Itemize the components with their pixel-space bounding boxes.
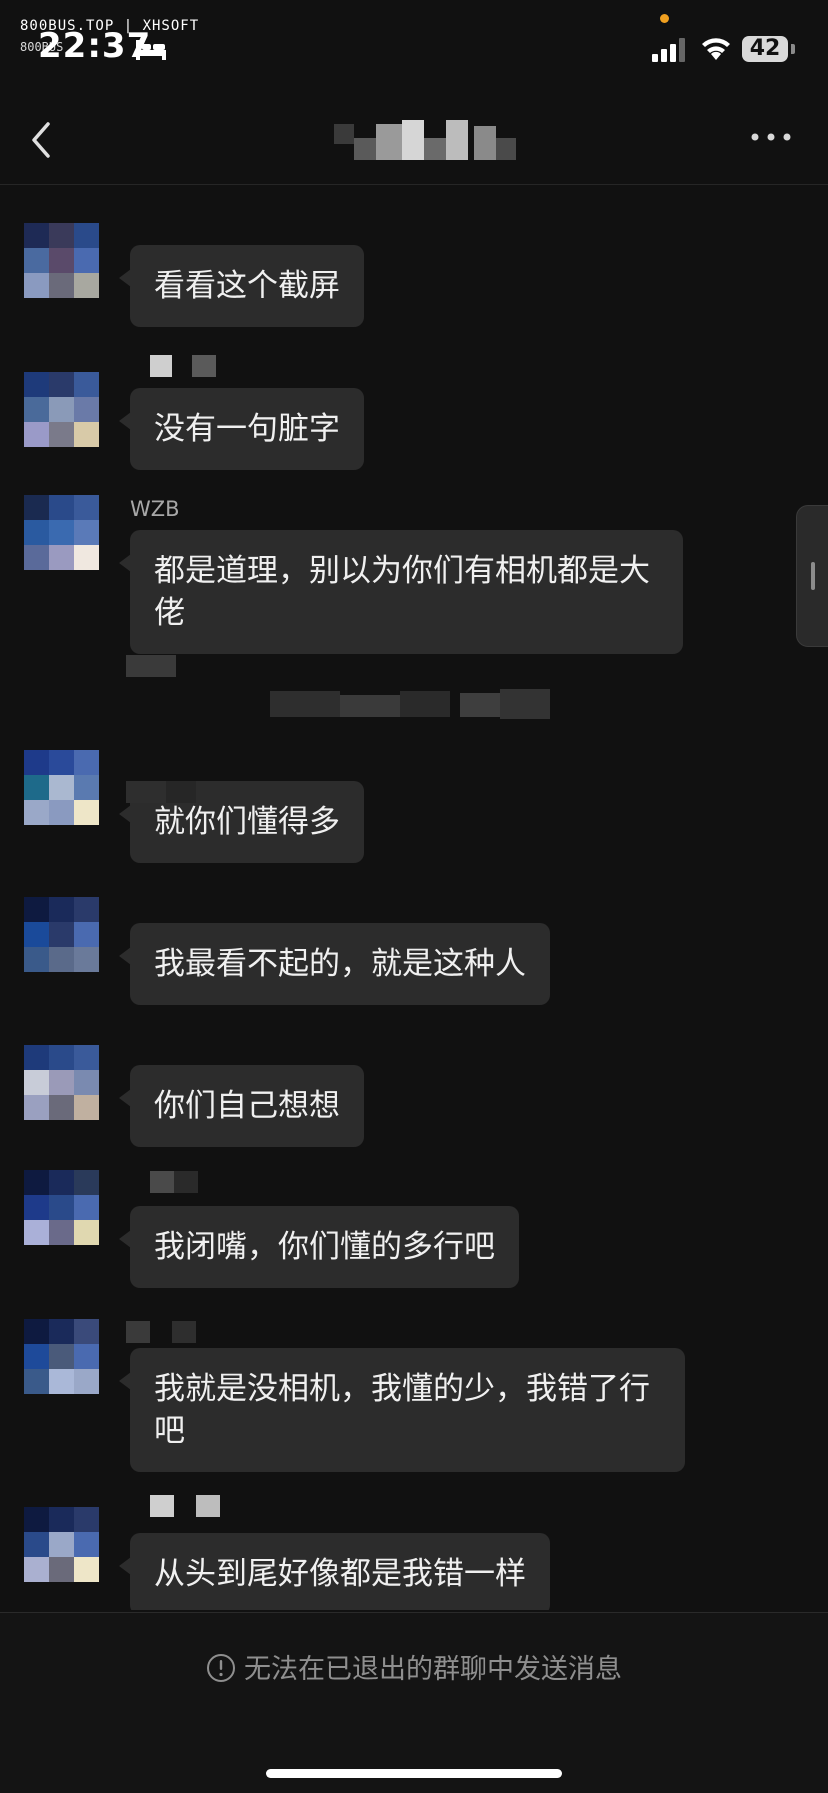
sender-name-mosaic (126, 1495, 220, 1519)
avatar[interactable] (24, 1045, 100, 1121)
sender-name-mosaic (126, 781, 206, 805)
sender-name: WZB (130, 497, 180, 521)
more-icon[interactable] (750, 130, 792, 144)
avatar[interactable] (24, 1319, 100, 1395)
battery-icon: 42 (742, 36, 788, 62)
home-indicator[interactable] (266, 1769, 562, 1778)
message-bubble[interactable]: 都是道理，别以为你们有相机都是大佬 (119, 530, 683, 654)
input-area-disabled: 无法在已退出的群聊中发送消息 (0, 1612, 828, 1793)
sender-name-mosaic (126, 1321, 206, 1345)
bed-icon (136, 40, 166, 60)
wifi-icon (702, 38, 730, 60)
avatar[interactable] (24, 750, 100, 826)
signal-icon (652, 38, 685, 62)
status-bar: 800BUS.TOP | XHSOFT 800BUS 22:37 42 (0, 0, 828, 90)
avatar[interactable] (24, 897, 100, 973)
notice-text: 无法在已退出的群聊中发送消息 (244, 1654, 622, 1685)
avatar[interactable] (24, 1507, 100, 1583)
message-bubble[interactable]: 我最看不起的，就是这种人 (119, 923, 550, 1005)
avatar[interactable] (24, 223, 100, 299)
message-bubble[interactable]: 我就是没相机，我懂的少，我错了行吧 (119, 1348, 685, 1472)
back-icon[interactable] (28, 120, 54, 160)
avatar[interactable] (24, 372, 100, 448)
message-bubble[interactable]: 从头到尾好像都是我错一样 (119, 1533, 550, 1610)
scroll-grip (811, 562, 815, 590)
message-list[interactable]: 看看这个截屏 没有一句脏字 WZB 都是道理，别以为你们有相机都是大佬 就你们懂… (0, 185, 828, 1610)
group-exit-notice: 无法在已退出的群聊中发送消息 (0, 1647, 828, 1686)
avatar[interactable] (24, 1170, 100, 1246)
chat-header (0, 90, 828, 185)
sender-name-mosaic (126, 655, 186, 679)
battery-tip (791, 44, 795, 54)
message-bubble[interactable]: 我闭嘴，你们懂的多行吧 (119, 1206, 519, 1288)
message-bubble[interactable]: 你们自己想想 (119, 1065, 364, 1147)
system-message-mosaic (270, 689, 550, 719)
sender-name-mosaic (126, 355, 216, 379)
message-bubble[interactable]: 没有一句脏字 (119, 388, 364, 470)
exclamation-circle-icon (207, 1654, 235, 1682)
scroll-handle[interactable] (796, 505, 828, 647)
sender-name-mosaic (126, 1171, 206, 1195)
avatar[interactable] (24, 495, 100, 571)
privacy-indicator (660, 14, 669, 23)
chat-title-mosaic (334, 120, 516, 160)
message-bubble[interactable]: 看看这个截屏 (119, 245, 364, 327)
